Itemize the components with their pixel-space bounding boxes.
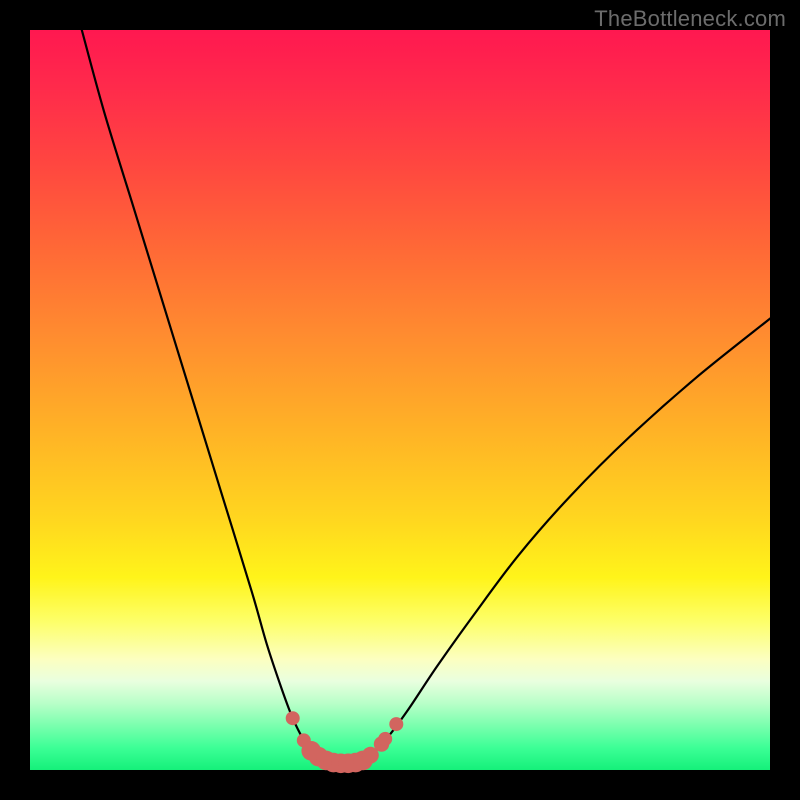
watermark-text: TheBottleneck.com [594, 6, 786, 32]
curve-dot [378, 732, 392, 746]
curve-dot [389, 717, 403, 731]
curve-dot [286, 711, 300, 725]
plot-area [30, 30, 770, 770]
bottom-dots-group [286, 711, 404, 773]
chart-frame: TheBottleneck.com [0, 0, 800, 800]
curve-svg [30, 30, 770, 770]
bottleneck-curve [82, 30, 770, 763]
